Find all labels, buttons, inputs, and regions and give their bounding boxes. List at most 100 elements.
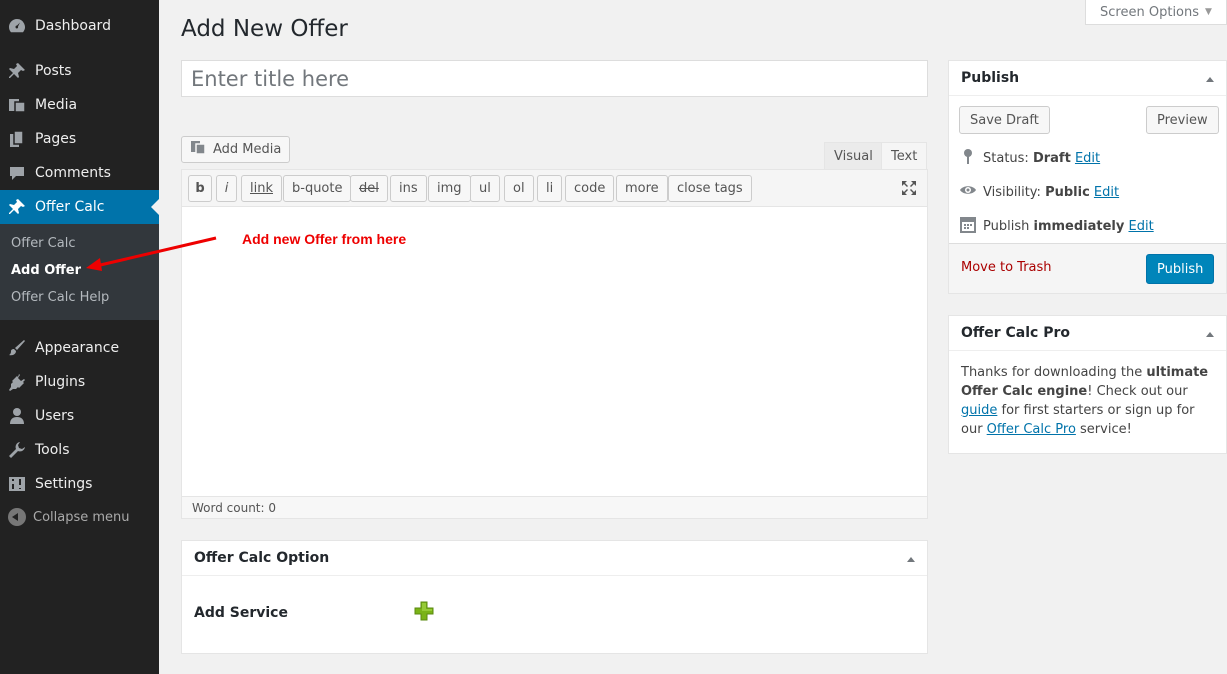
menu-item-appearance[interactable]: Appearance	[0, 331, 159, 365]
visibility-row: Visibility: Public Edit	[959, 181, 1119, 203]
qt-bold-button[interactable]: b	[188, 175, 212, 202]
qt-close-tags-button[interactable]: close tags	[668, 175, 752, 202]
pushpin-icon	[7, 61, 27, 81]
menu-item-offer-calc[interactable]: Offer Calc	[0, 190, 159, 224]
submenu-item-offer-calc[interactable]: Offer Calc	[11, 236, 75, 251]
pro-text-4: service!	[1075, 422, 1132, 437]
qt-code-button[interactable]: code	[565, 175, 615, 202]
publish-metabox: Publish Save Draft Preview Status: Draft…	[948, 60, 1227, 294]
quicktags-toolbar: b i link b-quote del ins img ul ol li co…	[182, 170, 927, 207]
menu-item-tools[interactable]: Tools	[0, 433, 159, 467]
offer-calc-pro-metabox: Offer Calc Pro Thanks for downloading th…	[948, 315, 1227, 454]
submenu-item-offer-calc-help[interactable]: Offer Calc Help	[11, 290, 109, 305]
plug-icon	[7, 372, 27, 392]
fullscreen-icon[interactable]	[901, 180, 917, 196]
add-service-plus-icon[interactable]	[414, 601, 434, 621]
settings-icon	[7, 474, 27, 494]
qt-italic-button[interactable]: i	[216, 175, 237, 202]
move-to-trash-link[interactable]: Move to Trash	[961, 260, 1052, 275]
annotation-arrow	[86, 236, 217, 271]
status-row: Status: Draft Edit	[959, 147, 1100, 169]
collapse-menu-button[interactable]: Collapse menu	[0, 508, 130, 526]
option-title: Offer Calc Option	[194, 550, 330, 566]
admin-sidebar: Dashboard Posts Media Pages Comments Off…	[0, 0, 159, 674]
add-media-label: Add Media	[213, 142, 282, 157]
menu-label: Users	[35, 408, 75, 424]
menu-label: Tools	[35, 442, 70, 458]
option-header[interactable]: Offer Calc Option	[182, 541, 927, 576]
menu-label: Posts	[35, 63, 72, 79]
collapse-arrow-icon	[8, 508, 26, 526]
visibility-label: Visibility:	[983, 184, 1041, 200]
collapse-label: Collapse menu	[33, 509, 130, 525]
menu-item-pages[interactable]: Pages	[0, 122, 159, 156]
brush-icon	[7, 338, 27, 358]
editor: b i link b-quote del ins img ul ol li co…	[181, 169, 928, 519]
chevron-down-icon: ▼	[1205, 7, 1212, 17]
qt-bquote-button[interactable]: b-quote	[283, 175, 352, 202]
wrench-icon	[7, 440, 27, 460]
edit-status-link[interactable]: Edit	[1075, 151, 1100, 166]
qt-img-button[interactable]: img	[428, 175, 471, 202]
collapse-toggle-icon[interactable]	[1206, 77, 1214, 82]
menu-label: Appearance	[35, 340, 120, 356]
pro-header[interactable]: Offer Calc Pro	[949, 316, 1226, 351]
edit-timestamp-link[interactable]: Edit	[1129, 219, 1154, 234]
publish-header[interactable]: Publish	[949, 61, 1226, 96]
page-title: Add New Offer	[181, 16, 348, 42]
menu-label: Pages	[35, 131, 77, 147]
menu-label: Dashboard	[35, 18, 111, 34]
save-draft-button[interactable]: Save Draft	[959, 106, 1050, 134]
editor-textarea[interactable]	[182, 207, 927, 496]
pro-description: Thanks for downloading the ultimate Offe…	[961, 363, 1216, 439]
annotation-text: Add new Offer from here	[242, 231, 407, 247]
menu-item-media[interactable]: Media	[0, 88, 159, 122]
edit-visibility-link[interactable]: Edit	[1094, 185, 1119, 200]
pro-text-1: Thanks for downloading the	[961, 365, 1147, 380]
add-service-label: Add Service	[194, 605, 288, 621]
menu-item-dashboard[interactable]: Dashboard	[0, 9, 159, 43]
offer-calc-pro-link[interactable]: Offer Calc Pro	[987, 422, 1076, 437]
submenu-item-add-offer[interactable]: Add Offer	[11, 263, 81, 278]
major-publishing-actions: Move to Trash Publish	[949, 243, 1226, 293]
menu-label: Media	[35, 97, 78, 113]
menu-label: Plugins	[35, 374, 86, 390]
qt-ul-button[interactable]: ul	[470, 175, 500, 202]
word-count: Word count: 0	[182, 496, 927, 518]
menu-item-plugins[interactable]: Plugins	[0, 365, 159, 399]
pages-icon	[7, 129, 27, 149]
menu-label: Offer Calc	[35, 199, 105, 215]
pro-text-2: ! Check out our	[1087, 384, 1188, 399]
pro-title: Offer Calc Pro	[961, 325, 1070, 341]
qt-del-button[interactable]: del	[350, 175, 388, 202]
offer-calc-option-metabox: Offer Calc Option Add Service	[181, 540, 928, 654]
preview-button[interactable]: Preview	[1146, 106, 1219, 134]
collapse-toggle-icon[interactable]	[1206, 332, 1214, 337]
menu-item-settings[interactable]: Settings	[0, 467, 159, 501]
status-label: Status:	[983, 150, 1029, 166]
pushpin-icon	[7, 197, 27, 217]
publish-title: Publish	[961, 70, 1020, 86]
qt-more-button[interactable]: more	[616, 175, 668, 202]
title-input[interactable]	[181, 60, 928, 97]
qt-ins-button[interactable]: ins	[390, 175, 427, 202]
qt-ol-button[interactable]: ol	[504, 175, 534, 202]
publish-time-value: immediately	[1033, 218, 1125, 234]
publish-button[interactable]: Publish	[1146, 254, 1215, 284]
tab-visual[interactable]: Visual	[824, 142, 883, 170]
menu-item-comments[interactable]: Comments	[0, 156, 159, 190]
collapse-toggle-icon[interactable]	[907, 557, 915, 562]
guide-link[interactable]: guide	[961, 403, 997, 418]
schedule-row: Publish immediately Edit	[959, 215, 1154, 237]
qt-link-button[interactable]: link	[241, 175, 282, 202]
tab-text[interactable]: Text	[881, 142, 928, 170]
calendar-icon	[959, 215, 977, 237]
menu-item-users[interactable]: Users	[0, 399, 159, 433]
add-media-button[interactable]: Add Media	[181, 136, 291, 163]
visibility-value: Public	[1045, 184, 1090, 200]
qt-li-button[interactable]: li	[537, 175, 563, 202]
menu-label: Comments	[35, 165, 111, 181]
screen-options-button[interactable]: Screen Options ▼	[1085, 0, 1227, 25]
dashboard-icon	[7, 16, 27, 36]
menu-item-posts[interactable]: Posts	[0, 54, 159, 88]
